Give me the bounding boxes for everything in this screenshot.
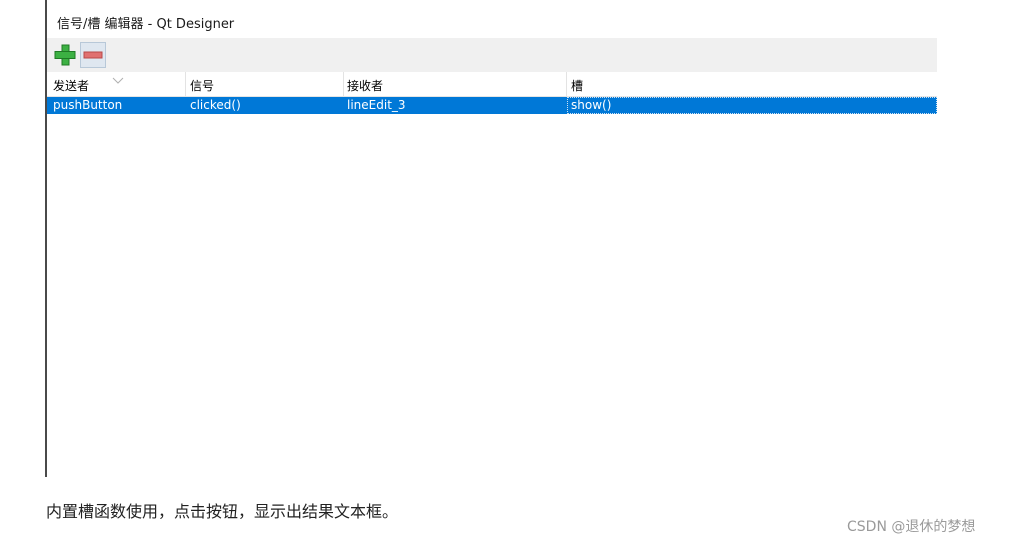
window-title-bar[interactable]: 信号/槽 编辑器 - Qt Designer [47, 0, 937, 38]
window-title: 信号/槽 编辑器 - Qt Designer [57, 17, 235, 32]
toolbar [47, 38, 937, 72]
cell-sender[interactable]: pushButton [53, 98, 122, 112]
column-divider[interactable] [566, 72, 567, 96]
column-header-sender[interactable]: 发送者 [53, 77, 89, 94]
cell-signal[interactable]: clicked() [190, 98, 241, 112]
table-header: 发送者 信号 接收者 槽 [47, 72, 937, 97]
column-header-receiver[interactable]: 接收者 [347, 77, 383, 94]
remove-connection-button[interactable] [80, 42, 106, 68]
column-header-slot[interactable]: 槽 [571, 77, 583, 94]
column-divider[interactable] [185, 72, 186, 96]
column-divider[interactable] [343, 72, 344, 96]
sort-indicator-icon [112, 70, 124, 84]
column-header-signal[interactable]: 信号 [190, 77, 214, 94]
cell-focus-frame [567, 97, 937, 114]
add-connection-button[interactable] [52, 42, 78, 68]
table-row[interactable]: pushButton clicked() lineEdit_3 show() [47, 97, 937, 114]
cell-receiver[interactable]: lineEdit_3 [347, 98, 406, 112]
watermark: CSDN @退休的梦想 [847, 519, 976, 535]
caption-text: 内置槽函数使用，点击按钮，显示出结果文本框。 [46, 502, 399, 521]
cell-slot[interactable]: show() [571, 98, 611, 112]
signal-slot-editor: 信号/槽 编辑器 - Qt Designer 发送者 信号 接收者 槽 push… [45, 0, 937, 477]
